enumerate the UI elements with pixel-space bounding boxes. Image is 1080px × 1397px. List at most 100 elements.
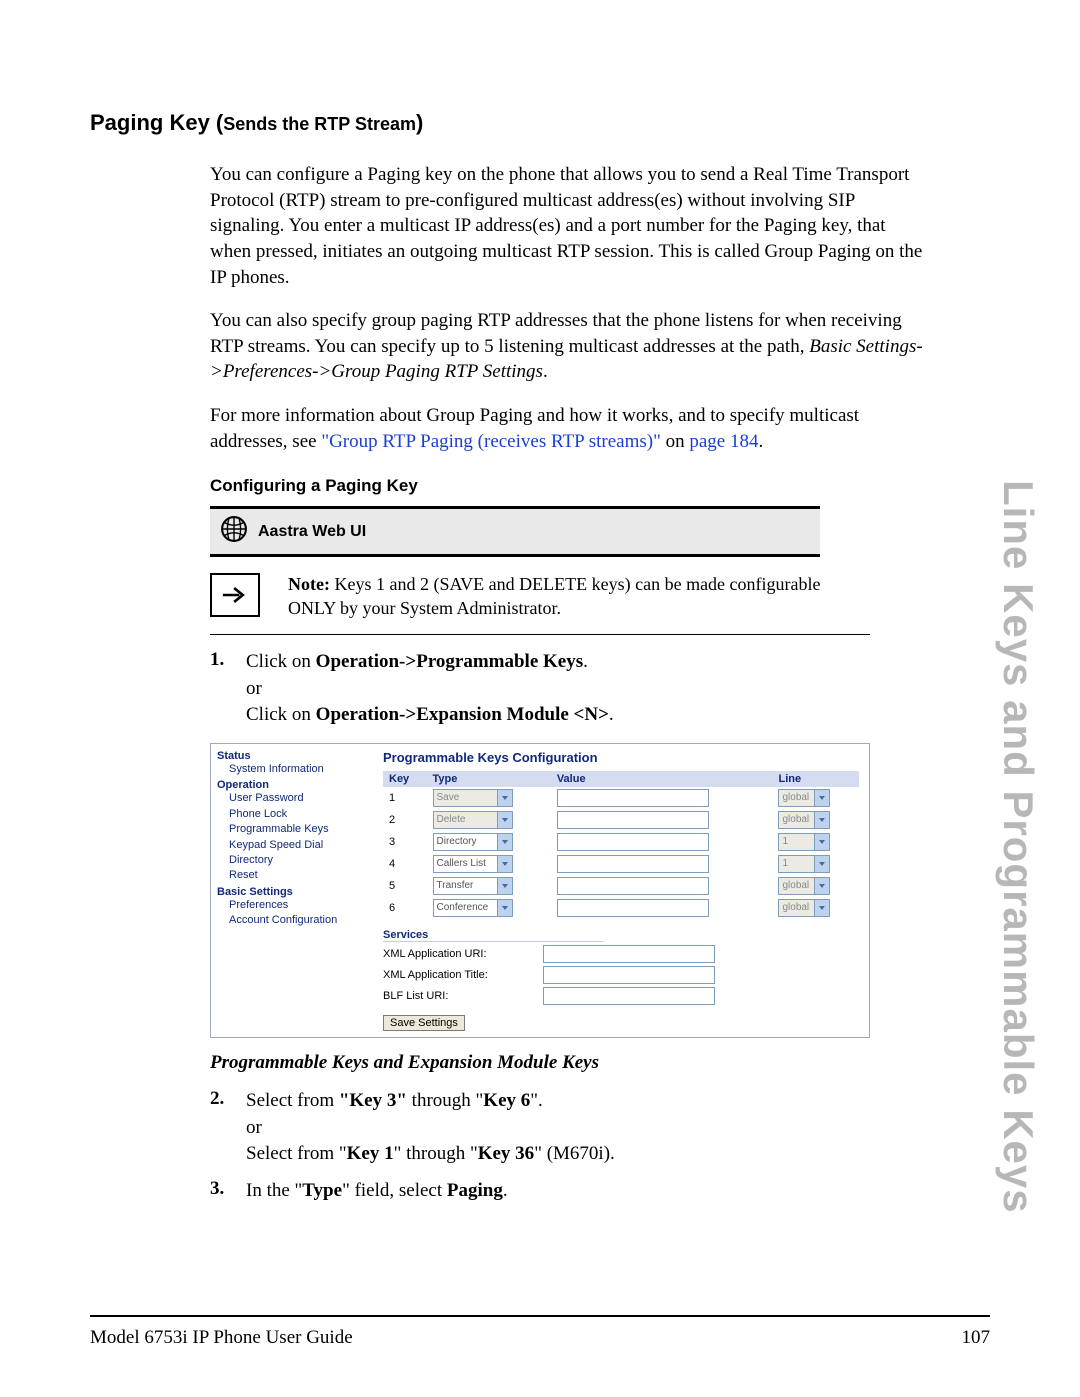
value-input-3[interactable] (557, 833, 709, 851)
nav-directory[interactable]: Directory (217, 853, 367, 868)
type-select-6[interactable]: Conference (433, 899, 513, 917)
note-row: Note: Keys 1 and 2 (SAVE and DELETE keys… (210, 573, 870, 635)
paragraph-2: You can also specify group paging RTP ad… (210, 308, 930, 385)
ui-main: Programmable Keys Configuration Key Type… (373, 744, 869, 1037)
service-input-1[interactable] (543, 966, 715, 984)
step-3: 3. In the "Type" field, select Paging. (210, 1178, 870, 1205)
keys-table: Key Type Value Line 1Saveglobal2Deletegl… (383, 771, 859, 919)
s3c: " field, select (342, 1180, 447, 1201)
service-input-2[interactable] (543, 987, 715, 1005)
type-select-5[interactable]: Transfer (433, 877, 513, 895)
value-input-6[interactable] (557, 899, 709, 917)
nav-account-configuration[interactable]: Account Configuration (217, 913, 367, 928)
chevron-down-icon (814, 812, 829, 828)
s1f: . (609, 704, 614, 725)
line-select-5: global (778, 877, 830, 895)
nav-user-password[interactable]: User Password (217, 791, 367, 806)
s1b: Operation->Programmable Keys (316, 651, 583, 672)
s2or: or (246, 1117, 262, 1138)
nav-keypad-speed-dial[interactable]: Keypad Speed Dial (217, 838, 367, 853)
heading-sub: Sends the RTP Stream (223, 114, 416, 134)
s2j: " (M670i). (534, 1143, 615, 1164)
s1c: . (583, 651, 588, 672)
line-select-4: 1 (778, 855, 830, 873)
chevron-down-icon (497, 812, 512, 828)
s2i: Key 36 (478, 1143, 534, 1164)
paragraph-3: For more information about Group Paging … (210, 403, 930, 454)
cell-key: 1 (383, 787, 427, 809)
chevron-down-icon (814, 834, 829, 850)
s3e: . (503, 1180, 508, 1201)
service-label: XML Application URI: (383, 948, 513, 960)
table-row: 6 Conference global (383, 897, 859, 919)
sub-italic: Programmable Keys and Expansion Module K… (210, 1052, 870, 1074)
value-input-4[interactable] (557, 855, 709, 873)
s3b: Type (302, 1180, 342, 1201)
nav-operation-hdr: Operation (217, 779, 367, 791)
s2f: Select from " (246, 1143, 347, 1164)
table-row: 2 Delete global (383, 809, 859, 831)
type-select-2: Delete (433, 811, 513, 829)
line-select-6: global (778, 899, 830, 917)
note-text: Note: Keys 1 and 2 (SAVE and DELETE keys… (288, 573, 870, 620)
footer-page-number: 107 (962, 1327, 991, 1349)
link-group-rtp[interactable]: "Group RTP Paging (receives RTP streams)… (321, 431, 661, 452)
side-tab: Line Keys and Programmable Keys (994, 480, 1042, 1214)
heading-close: ) (416, 110, 423, 135)
s2h: " through " (394, 1143, 478, 1164)
table-row: 4Callers List1 (383, 853, 859, 875)
nav-programmable-keys[interactable]: Programmable Keys (217, 822, 367, 837)
footer-left: Model 6753i IP Phone User Guide (90, 1327, 353, 1349)
s3d: Paging (447, 1180, 503, 1201)
para3-mid: on (661, 431, 690, 452)
step-2: 2. Select from "Key 3" through "Key 6". … (210, 1088, 870, 1168)
value-input-5[interactable] (557, 877, 709, 895)
cell-key: 5 (383, 875, 427, 897)
value-input-1[interactable] (557, 789, 709, 807)
nav-preferences[interactable]: Preferences (217, 898, 367, 913)
cell-key: 6 (383, 897, 427, 919)
table-row: 5 Transfer global (383, 875, 859, 897)
webui-bar: Aastra Web UI (210, 506, 820, 557)
services-heading: Services (383, 929, 603, 942)
globe-icon (220, 515, 248, 548)
service-label: XML Application Title: (383, 969, 513, 981)
ui-nav: Status System Information Operation User… (211, 744, 373, 1037)
step-2-num: 2. (210, 1088, 232, 1168)
nav-phone-lock[interactable]: Phone Lock (217, 807, 367, 822)
type-select-1: Save (433, 789, 513, 807)
nav-reset[interactable]: Reset (217, 868, 367, 883)
line-select-2: global (778, 811, 830, 829)
type-select-3[interactable]: Directory (433, 833, 513, 851)
line-select-1: global (778, 789, 830, 807)
cell-key: 3 (383, 831, 427, 853)
ui-title: Programmable Keys Configuration (383, 750, 859, 765)
s2e: ". (530, 1090, 543, 1111)
s1or: or (246, 678, 262, 699)
save-settings-button[interactable]: Save Settings (383, 1015, 465, 1031)
table-row: 3 Directory 1 (383, 831, 859, 853)
line-select-3: 1 (778, 833, 830, 851)
service-row: BLF List URI: (383, 987, 859, 1005)
cell-key: 2 (383, 809, 427, 831)
nav-system-information[interactable]: System Information (217, 762, 367, 777)
s2a: Select from (246, 1090, 339, 1111)
link-page-184[interactable]: page 184 (689, 431, 758, 452)
value-input-2[interactable] (557, 811, 709, 829)
chevron-down-icon (814, 900, 829, 916)
service-label: BLF List URI: (383, 990, 513, 1002)
step-1: 1. Click on Operation->Programmable Keys… (210, 649, 870, 729)
service-input-0[interactable] (543, 945, 715, 963)
heading-main: Paging Key ( (90, 110, 223, 135)
arrow-right-icon (210, 573, 260, 617)
ui-screenshot: Status System Information Operation User… (210, 743, 870, 1038)
type-select-4[interactable]: Callers List (433, 855, 513, 873)
s2d: Key 6 (483, 1090, 530, 1111)
para2-c: . (543, 361, 548, 382)
col-value: Value (551, 771, 773, 787)
para3-end: . (758, 431, 763, 452)
chevron-down-icon (497, 790, 512, 806)
chevron-down-icon (497, 878, 512, 894)
chevron-down-icon (814, 878, 829, 894)
note-label: Note: (288, 574, 330, 594)
